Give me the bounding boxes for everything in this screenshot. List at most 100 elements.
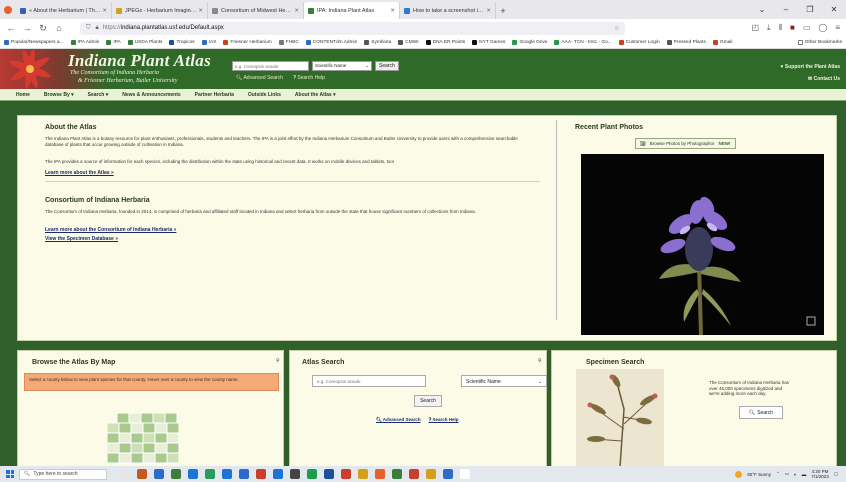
bookmark-item[interactable]: NYT Games xyxy=(472,40,505,45)
atlas-search-input[interactable] xyxy=(312,375,426,387)
browser-tab[interactable]: Consortium of Midwest Herbaria ✕ xyxy=(208,2,304,19)
bookmark-item[interactable]: DNA ER Points xyxy=(425,40,465,45)
sidebar-icon[interactable]: ▭ xyxy=(803,23,811,33)
search-help-link[interactable]: ❓︎ Search Help xyxy=(429,417,459,423)
taskbar-app-icon[interactable] xyxy=(443,469,453,479)
extension-icon[interactable]: ■ xyxy=(790,23,795,33)
bookmark-item[interactable]: Friesner Herbarium xyxy=(223,40,272,45)
bookmark-item[interactable]: Tropicos xyxy=(169,40,195,45)
taskbar-app-icon[interactable] xyxy=(307,469,317,479)
menu-news[interactable]: News & Announcements xyxy=(122,92,180,98)
taskbar-app-icon[interactable] xyxy=(341,469,351,479)
taskbar-app-icon[interactable] xyxy=(171,469,181,479)
weather-text[interactable]: 65°F Sunny xyxy=(747,472,771,477)
close-tab-icon[interactable]: ✕ xyxy=(390,8,395,14)
address-bar[interactable]: ⛉ 🔒︎ https:// indiana.plantatlas.usf.edu… xyxy=(80,21,626,35)
taskbar-app-icon[interactable] xyxy=(409,469,419,479)
shield-icon[interactable]: ⛉ xyxy=(86,25,91,32)
specimen-image[interactable] xyxy=(576,369,664,467)
bookmark-item[interactable]: AAA- TCN - tmtc - Go... xyxy=(554,40,612,45)
pin-icon[interactable]: ⚲ xyxy=(276,358,280,364)
taskbar-app-icon[interactable] xyxy=(273,469,283,479)
browser-tab[interactable]: How to take a screenshot in Wi ✕ xyxy=(400,2,496,19)
taskbar-app-icon[interactable] xyxy=(154,469,164,479)
learn-more-consortium-link[interactable]: Learn more about the Consortium of India… xyxy=(45,227,176,233)
taskbar-app-icon[interactable] xyxy=(324,469,334,479)
specimen-database-link[interactable]: View the Specimen Database » xyxy=(45,236,118,242)
bookmark-item[interactable]: IPA xyxy=(106,40,121,45)
header-search-help-link[interactable]: ❓︎ Search Help xyxy=(293,75,325,81)
browser-tab[interactable]: JPEGs - Herbarium Imaging - G ✕ xyxy=(112,2,208,19)
close-tab-icon[interactable]: ✕ xyxy=(486,8,491,14)
taskbar-app-icon[interactable] xyxy=(222,469,232,479)
menu-about[interactable]: About the Atlas ▾ xyxy=(295,92,336,98)
bookmark-item[interactable]: USDA Plants xyxy=(127,40,162,45)
advanced-search-link[interactable]: 🔍︎ Advanced Search xyxy=(376,417,421,423)
taskbar-app-icon[interactable] xyxy=(426,469,436,479)
new-tab-button[interactable]: + xyxy=(496,2,510,19)
close-tab-icon[interactable]: ✕ xyxy=(198,8,203,14)
header-advanced-search-link[interactable]: 🔍︎ Advanced Search xyxy=(236,75,283,81)
network-icon[interactable]: ▭ xyxy=(785,471,789,477)
maximize-button[interactable]: ❐ xyxy=(798,5,822,14)
download-icon[interactable]: ⤓ xyxy=(767,23,771,33)
taskbar-search[interactable]: 🔍︎ Type here to search xyxy=(19,468,107,480)
account-icon[interactable]: ◯ xyxy=(818,23,827,33)
bookmark-item[interactable]: Symbiota xyxy=(364,40,391,45)
taskbar-app-icon[interactable] xyxy=(256,469,266,479)
bookmark-item[interactable]: Customer Login xyxy=(618,40,660,45)
taskbar-app-icon[interactable] xyxy=(358,469,368,479)
lock-icon[interactable]: 🔒︎ xyxy=(96,25,99,32)
bookmark-item[interactable]: FHBC xyxy=(278,40,299,45)
menu-browse-by[interactable]: Browse By ▾ xyxy=(44,92,74,98)
browser-tab[interactable]: « About the Herbarium | The H ✕ xyxy=(16,2,112,19)
bookmark-item[interactable]: IAS xyxy=(201,40,216,45)
county-map[interactable] xyxy=(107,413,191,469)
other-bookmarks[interactable]: Other Bookmarks xyxy=(797,40,842,45)
notifications-icon[interactable]: ▢ xyxy=(834,471,838,477)
menu-outside-links[interactable]: Outside Links xyxy=(248,92,281,98)
taskbar-app-icon[interactable] xyxy=(239,469,249,479)
header-search-mode-select[interactable]: Scientific Name ⌄ xyxy=(312,61,372,71)
browser-tab[interactable]: IPA: Indiana Plant Atlas ✕ xyxy=(304,2,400,19)
close-tab-icon[interactable]: ✕ xyxy=(102,8,107,14)
firefox-icon[interactable] xyxy=(0,0,16,19)
reload-icon[interactable]: ↻ xyxy=(38,23,48,34)
atlas-search-mode-select[interactable]: Scientific Name ⌄ xyxy=(461,375,547,387)
minimize-button[interactable]: – xyxy=(774,5,798,14)
taskbar-app-icon[interactable] xyxy=(205,469,215,479)
volume-icon[interactable]: 🔈︎ xyxy=(794,472,797,477)
bookmark-item[interactable]: Gmail xyxy=(712,40,732,45)
bookmark-item[interactable]: IPA Admin xyxy=(70,40,99,45)
menu-home[interactable]: Home xyxy=(16,92,30,98)
learn-more-atlas-link[interactable]: Learn more about the Atlas » xyxy=(45,170,114,176)
pin-icon[interactable]: ⚲ xyxy=(538,358,542,364)
site-title[interactable]: Indiana Plant Atlas xyxy=(68,51,211,71)
back-icon[interactable]: ← xyxy=(6,23,16,33)
plant-photo[interactable] xyxy=(581,154,824,335)
taskbar-app-icon[interactable] xyxy=(460,469,470,479)
bookmark-item[interactable]: CMWI xyxy=(398,40,419,45)
tab-list-icon[interactable]: ⌄ xyxy=(750,5,774,14)
contact-link[interactable]: ✉ Contact Us xyxy=(781,73,840,85)
menu-partner-herbaria[interactable]: Partner Herbaria xyxy=(195,92,234,98)
taskbar-app-icon[interactable] xyxy=(375,469,385,479)
close-window-button[interactable]: ✕ xyxy=(822,5,846,14)
battery-icon[interactable]: ▬ xyxy=(802,472,807,477)
taskbar-app-icon[interactable] xyxy=(120,469,130,479)
taskbar-app-icon[interactable] xyxy=(137,469,147,479)
clock[interactable]: 4:20 PM 7/1/2023 xyxy=(811,469,829,480)
bookmark-star-icon[interactable]: ☆ xyxy=(614,25,619,32)
header-search-input[interactable] xyxy=(232,61,309,71)
menu-icon[interactable]: ≡ xyxy=(835,23,840,33)
windows-start-icon[interactable] xyxy=(6,470,14,478)
taskbar-app-icon[interactable] xyxy=(392,469,402,479)
tray-chevron-icon[interactable]: ⌃ xyxy=(776,471,780,477)
bookmark-item[interactable]: CONTENTdm Admin xyxy=(305,40,357,45)
support-link[interactable]: ♥ Support the Plant Atlas xyxy=(781,61,840,73)
library-icon[interactable]: ⫴ xyxy=(779,23,782,33)
bookmark-item[interactable]: Popular/Newspapers a... xyxy=(4,40,64,45)
header-search-button[interactable]: Search xyxy=(375,61,399,71)
specimen-search-button[interactable]: 🔍︎ Search xyxy=(739,406,783,419)
bookmark-item[interactable]: Google Drive xyxy=(512,40,547,45)
